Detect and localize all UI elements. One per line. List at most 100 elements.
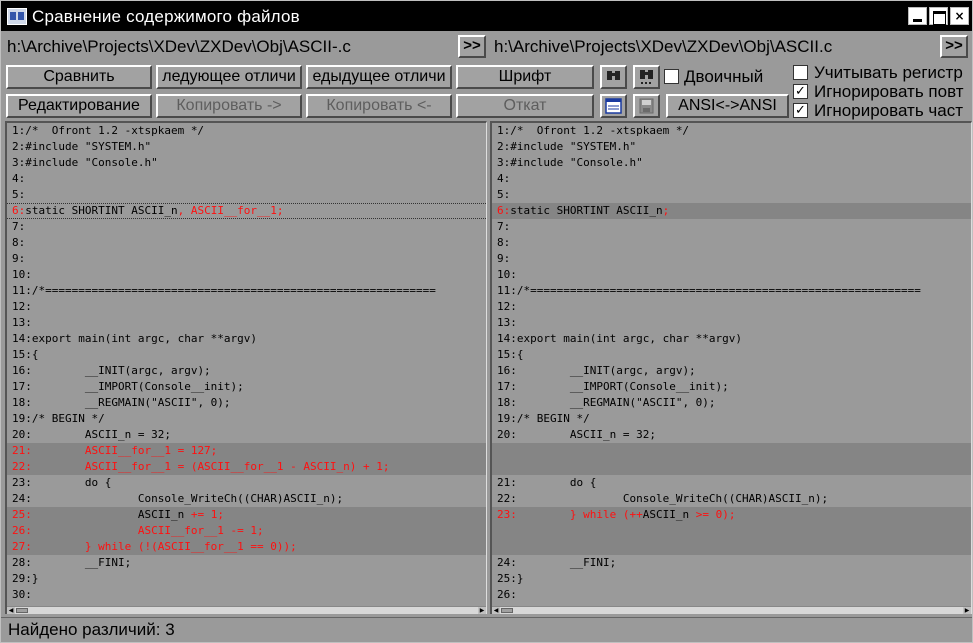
right-code-pane[interactable]: 1:/* Ofront 1.2 -xtspkaem */2:#include "… — [490, 121, 972, 614]
close-button[interactable]: × — [950, 7, 969, 25]
scroll-left-icon[interactable]: ◀ — [7, 607, 15, 614]
code-line[interactable]: 4: — [7, 171, 486, 187]
code-line[interactable]: 19:/* BEGIN */ — [492, 411, 971, 427]
code-line[interactable]: 29:} — [7, 571, 486, 587]
right-horizontal-scrollbar[interactable]: ◀ ▶ — [492, 606, 971, 614]
code-line[interactable]: 18: __REGMAIN("ASCII", 0); — [7, 395, 486, 411]
code-line[interactable]: 17: __IMPORT(Console__init); — [492, 379, 971, 395]
scroll-right-icon[interactable]: ▶ — [478, 607, 486, 614]
code-line[interactable] — [492, 523, 971, 539]
find-next-button[interactable] — [633, 65, 660, 89]
code-line[interactable]: 5: — [7, 187, 486, 203]
code-line[interactable]: 30: — [7, 587, 486, 603]
code-line[interactable]: 8: — [492, 235, 971, 251]
code-line[interactable]: 14:export main(int argc, char **argv) — [7, 331, 486, 347]
scroll-left-icon[interactable]: ◀ — [492, 607, 500, 614]
left-horizontal-scrollbar[interactable]: ◀ ▶ — [7, 606, 486, 614]
code-line[interactable]: 7: — [7, 219, 486, 235]
code-line[interactable]: 17: __IMPORT(Console__init); — [7, 379, 486, 395]
copy-left-button[interactable]: Копировать <- — [306, 94, 452, 118]
copy-right-button[interactable]: Копировать -> — [156, 94, 302, 118]
code-line[interactable]: 12: — [7, 299, 486, 315]
code-line[interactable]: 9: — [7, 251, 486, 267]
case-sensitive-checkbox[interactable] — [793, 65, 808, 80]
code-line[interactable]: 3:#include "Console.h" — [492, 155, 971, 171]
left-code-pane[interactable]: 1:/* Ofront 1.2 -xtspkaem */2:#include "… — [5, 121, 487, 614]
code-line[interactable]: 16: __INIT(argc, argv); — [492, 363, 971, 379]
code-line[interactable]: 10: — [7, 267, 486, 283]
code-line[interactable]: 6:static SHORTINT ASCII_n; — [492, 203, 971, 219]
code-line[interactable]: 1:/* Ofront 1.2 -xtspkaem */ — [492, 123, 971, 139]
edit-button[interactable]: Редактирование — [6, 94, 152, 118]
compare-button[interactable]: Сравнить — [6, 65, 152, 89]
code-line[interactable]: 15:{ — [492, 347, 971, 363]
code-line[interactable]: 21: do { — [492, 475, 971, 491]
code-line[interactable]: 25:} — [492, 571, 971, 587]
code-line[interactable] — [492, 459, 971, 475]
font-button[interactable]: Шрифт — [456, 65, 594, 89]
code-line[interactable]: 15:{ — [7, 347, 486, 363]
ignore-repeat-checkbox[interactable]: ✓ — [793, 84, 808, 99]
code-line[interactable]: 22: ASCII__for__1 = (ASCII__for__1 - ASC… — [7, 459, 486, 475]
encoding-button[interactable]: ANSI<->ANSI — [666, 94, 789, 118]
code-line[interactable]: 4: — [492, 171, 971, 187]
code-line[interactable]: 19:/* BEGIN */ — [7, 411, 486, 427]
code-line[interactable]: 7: — [492, 219, 971, 235]
scroll-right-icon[interactable]: ▶ — [963, 607, 971, 614]
line-number: 16: — [497, 364, 517, 377]
code-line[interactable]: 20: ASCII_n = 32; — [7, 427, 486, 443]
code-line[interactable]: 13: — [7, 315, 486, 331]
code-line[interactable]: 26: ASCII__for__1 -= 1; — [7, 523, 486, 539]
prev-diff-button[interactable]: едыдущее отличи — [306, 65, 452, 89]
file-compare-window: Сравнение содержимого файлов × h:\Archiv… — [0, 0, 973, 643]
code-line[interactable]: 9: — [492, 251, 971, 267]
next-diff-button[interactable]: ледующее отличи — [156, 65, 302, 89]
left-browse-button[interactable]: >> — [458, 35, 486, 58]
line-number: 4: — [497, 172, 511, 185]
ignore-part-checkbox[interactable]: ✓ — [793, 103, 808, 118]
code-line[interactable]: 25: ASCII_n += 1; — [7, 507, 486, 523]
code-line[interactable]: 21: ASCII__for__1 = 127; — [7, 443, 486, 459]
code-line[interactable] — [492, 539, 971, 555]
code-line[interactable]: 5: — [492, 187, 971, 203]
code-line[interactable]: 2:#include "SYSTEM.h" — [7, 139, 486, 155]
code-line[interactable]: 2:#include "SYSTEM.h" — [492, 139, 971, 155]
find-button[interactable] — [600, 65, 627, 89]
code-line[interactable]: 28: __FINI; — [7, 555, 486, 571]
scroll-thumb[interactable] — [501, 608, 513, 613]
scroll-thumb[interactable] — [16, 608, 28, 613]
maximize-button[interactable] — [929, 7, 948, 25]
code-line[interactable]: 26: — [492, 587, 971, 603]
code-line[interactable]: 24: __FINI; — [492, 555, 971, 571]
code-line[interactable]: 8: — [7, 235, 486, 251]
line-number: 13: — [497, 316, 517, 329]
minimize-button[interactable] — [908, 7, 927, 25]
code-line[interactable]: 6:static SHORTINT ASCII_n, ASCII__for__1… — [7, 203, 486, 219]
code-line[interactable]: 18: __REGMAIN("ASCII", 0); — [492, 395, 971, 411]
right-code-lines: 1:/* Ofront 1.2 -xtspkaem */2:#include "… — [492, 123, 971, 603]
ignore-part-label: Игнорировать част — [814, 101, 964, 120]
save-button[interactable] — [633, 94, 660, 118]
code-line[interactable]: 22: Console_WriteCh((CHAR)ASCII_n); — [492, 491, 971, 507]
code-line[interactable]: 24: Console_WriteCh((CHAR)ASCII_n); — [7, 491, 486, 507]
code-line[interactable]: 23: } while (++ASCII_n >= 0); — [492, 507, 971, 523]
code-line[interactable]: 16: __INIT(argc, argv); — [7, 363, 486, 379]
code-line[interactable]: 14:export main(int argc, char **argv) — [492, 331, 971, 347]
code-line[interactable]: 27: } while (!(ASCII__for__1 == 0)); — [7, 539, 486, 555]
undo-button[interactable]: Откат — [456, 94, 594, 118]
code-line[interactable]: 3:#include "Console.h" — [7, 155, 486, 171]
code-line[interactable]: 1:/* Ofront 1.2 -xtspkaem */ — [7, 123, 486, 139]
title-bar[interactable]: Сравнение содержимого файлов × — [1, 1, 972, 31]
code-line[interactable]: 13: — [492, 315, 971, 331]
code-line[interactable]: 23: do { — [7, 475, 486, 491]
view-button[interactable] — [600, 94, 627, 118]
code-line[interactable] — [492, 443, 971, 459]
line-diff-text: ASCII__for__1 = (ASCII__for__1 - ASCII_n… — [31, 460, 390, 473]
right-browse-button[interactable]: >> — [940, 35, 968, 58]
binary-checkbox[interactable] — [664, 69, 679, 84]
code-line[interactable]: 20: ASCII_n = 32; — [492, 427, 971, 443]
code-line[interactable]: 11:/*===================================… — [7, 283, 486, 299]
code-line[interactable]: 10: — [492, 267, 971, 283]
code-line[interactable]: 12: — [492, 299, 971, 315]
code-line[interactable]: 11:/*===================================… — [492, 283, 971, 299]
